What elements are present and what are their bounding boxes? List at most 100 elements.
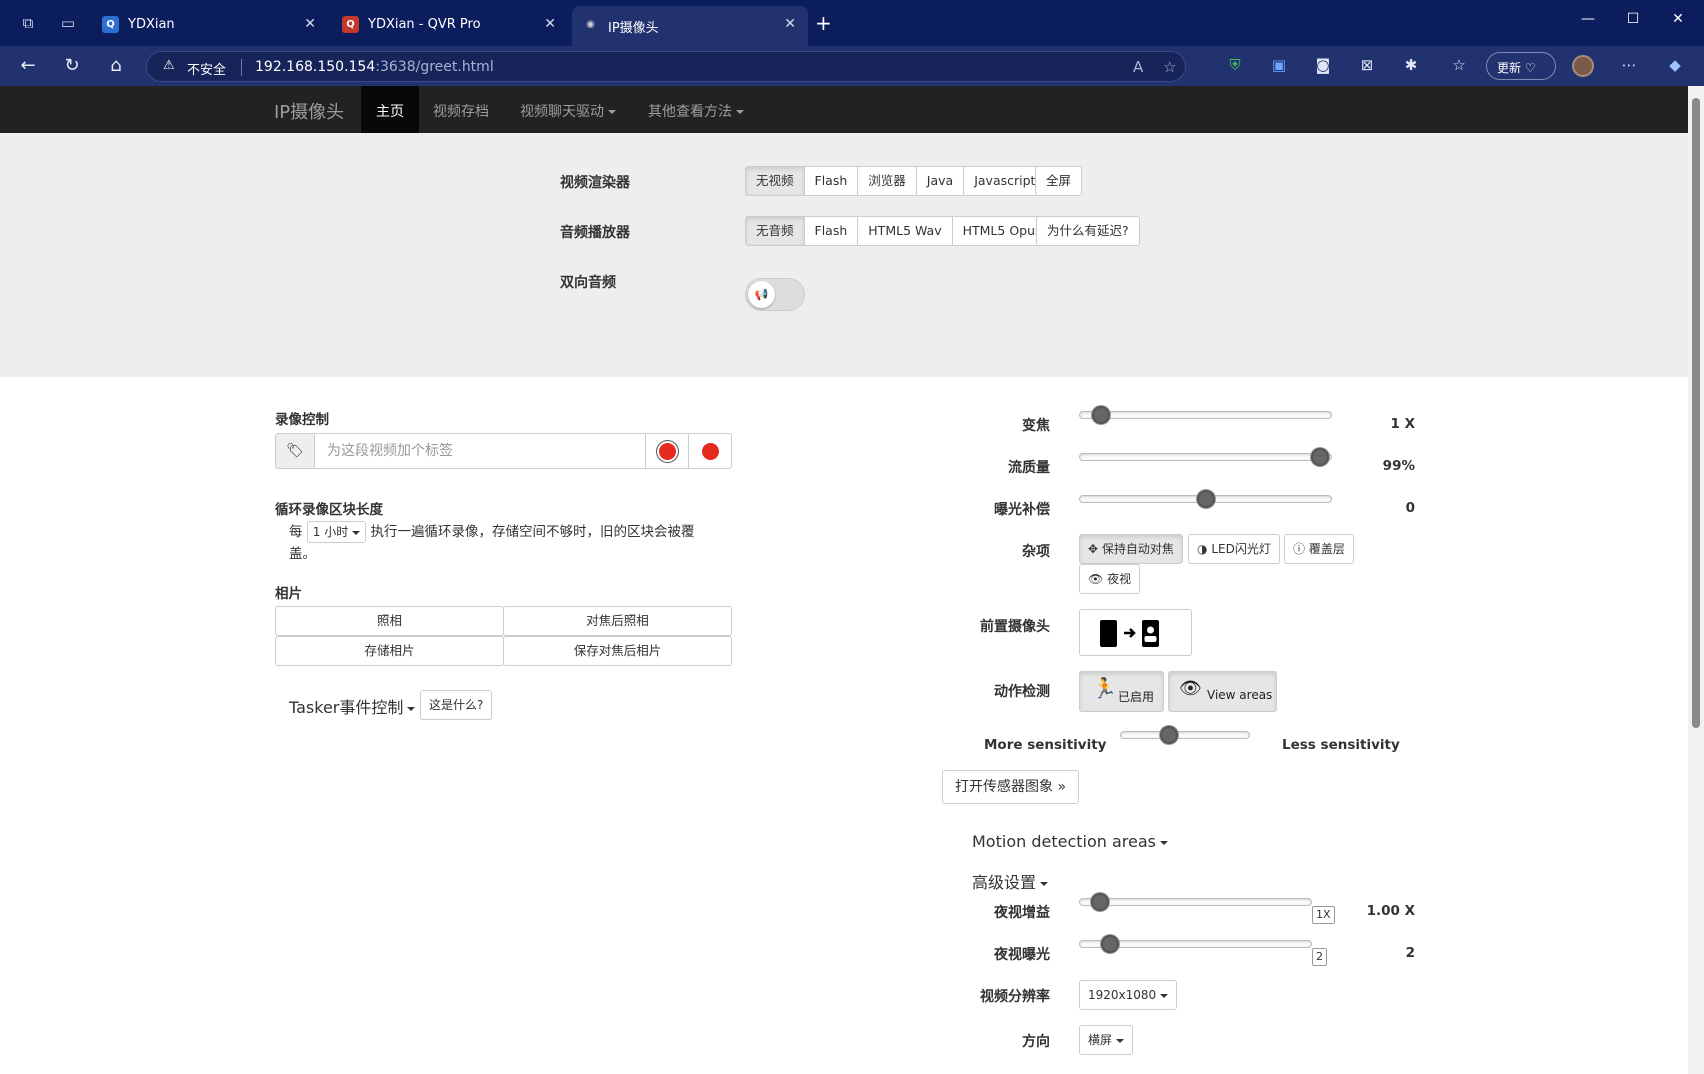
tab-favicon-icon: Q xyxy=(342,16,359,33)
sensitivity-slider[interactable] xyxy=(1120,726,1250,744)
why-delay-button[interactable]: 为什么有延迟? xyxy=(1036,216,1140,246)
extensions-puzzle-icon[interactable]: ✱ xyxy=(1400,56,1422,76)
favorite-star-icon[interactable]: ☆ xyxy=(1163,58,1176,76)
resolution-select[interactable]: 1920x1080 xyxy=(1079,980,1178,1010)
open-sensor-graph-button[interactable]: 打开传感器图象 » xyxy=(942,770,1080,804)
nav-video-chat-driver[interactable]: 视频聊天驱动 xyxy=(520,86,616,133)
reload-icon[interactable]: ↻ xyxy=(60,55,84,76)
page-scrollbar[interactable] xyxy=(1688,86,1704,1074)
slider-handle[interactable] xyxy=(1101,935,1120,953)
audio-flash-button[interactable]: Flash xyxy=(803,216,859,246)
translate-extension-icon[interactable]: ▣ xyxy=(1268,56,1290,76)
nav-other-viewing[interactable]: 其他查看方法 xyxy=(648,86,744,133)
new-tab-icon[interactable]: + xyxy=(815,11,832,35)
close-tab-icon[interactable]: ✕ xyxy=(784,16,796,32)
exposure-slider[interactable] xyxy=(1079,490,1332,508)
browser-tab-1[interactable]: Q YDXian ✕ xyxy=(92,6,328,46)
night-exposure-value: 2 xyxy=(1405,945,1415,961)
home-icon[interactable]: ⌂ xyxy=(104,55,128,76)
fullscreen-button[interactable]: 全屏 xyxy=(1035,166,1083,196)
slider-handle[interactable] xyxy=(1159,726,1178,744)
motion-areas-dropdown[interactable]: Motion detection areas xyxy=(972,832,1168,851)
recording-tag-input[interactable] xyxy=(315,433,646,469)
close-tab-icon[interactable]: ✕ xyxy=(304,16,316,32)
address-bar[interactable]: ⚠ 不安全 192.168.150.154:3638/greet.html A … xyxy=(146,51,1186,82)
take-photo-button[interactable]: 照相 xyxy=(275,606,504,636)
front-camera-label: 前置摄像头 xyxy=(980,619,1050,635)
extension-icon[interactable]: ◙ xyxy=(1312,56,1334,76)
advanced-settings-dropdown[interactable]: 高级设置 xyxy=(972,869,1049,893)
video-renderer-label: 视频渲染器 xyxy=(560,175,630,191)
stream-quality-label: 流质量 xyxy=(1008,460,1050,476)
record-start-button[interactable] xyxy=(688,433,732,469)
slider-handle[interactable] xyxy=(1091,406,1110,424)
night-exposure-slider[interactable] xyxy=(1079,935,1312,953)
audio-player-group: 无音频 Flash HTML5 Wav HTML5 Opus xyxy=(745,216,1053,246)
video-none-button[interactable]: 无视频 xyxy=(745,166,805,196)
shield-extension-icon[interactable]: ⛨ xyxy=(1224,56,1246,76)
update-button[interactable]: 更新 ♡ xyxy=(1486,52,1556,80)
nav-home[interactable]: 主页 xyxy=(361,86,419,133)
switch-camera-button[interactable] xyxy=(1079,609,1192,656)
browser-tab-3-active[interactable]: ◉ IP摄像头 ✕ xyxy=(572,6,808,46)
more-sensitivity-label: More sensitivity xyxy=(984,737,1107,753)
night-exposure-tooltip: 2 xyxy=(1312,948,1327,966)
tab-title: YDXian - QVR Pro xyxy=(368,17,481,32)
led-flash-button[interactable]: ◑ LED闪光灯 xyxy=(1188,534,1280,564)
view-areas-button[interactable]: 👁 View areas xyxy=(1168,671,1277,712)
audio-html5-wav-button[interactable]: HTML5 Wav xyxy=(857,216,953,246)
video-flash-button[interactable]: Flash xyxy=(803,166,859,196)
switch-camera-icon xyxy=(1100,620,1159,647)
url-text[interactable]: 192.168.150.154:3638/greet.html xyxy=(255,59,494,75)
loop-recording-title: 循环录像区块长度 xyxy=(275,502,383,518)
favorites-icon[interactable]: ☆ xyxy=(1448,56,1470,76)
stream-quality-slider[interactable] xyxy=(1079,448,1332,466)
more-menu-icon[interactable]: ⋯ xyxy=(1618,56,1640,76)
loop-recording-text: 每 1 小时 执行一遍循环录像，存储空间不够时，旧的区块会被覆 盖。 xyxy=(289,521,719,565)
record-toggle-button[interactable] xyxy=(645,433,689,469)
profile-avatar[interactable] xyxy=(1572,55,1594,77)
overlay-button[interactable]: ⓘ 覆盖层 xyxy=(1284,534,1354,564)
loop-length-select[interactable]: 1 小时 xyxy=(306,521,367,543)
tag-icon: 🏷 xyxy=(275,433,315,469)
night-vision-button[interactable]: 👁 夜视 xyxy=(1079,564,1141,594)
security-status[interactable]: 不安全 xyxy=(187,59,226,78)
close-tab-icon[interactable]: ✕ xyxy=(544,16,556,32)
keep-autofocus-button[interactable]: ✥ 保持自动对焦 xyxy=(1079,534,1183,564)
browser-tab-2[interactable]: Q YDXian - QVR Pro ✕ xyxy=(332,6,568,46)
divider xyxy=(241,59,242,76)
focus-photo-button[interactable]: 对焦后照相 xyxy=(503,606,732,636)
slider-handle[interactable] xyxy=(1090,893,1109,911)
brand-title[interactable]: IP摄像头 xyxy=(274,98,344,124)
back-icon[interactable]: ← xyxy=(16,55,40,76)
minimize-icon[interactable]: — xyxy=(1573,11,1603,27)
video-browser-button[interactable]: 浏览器 xyxy=(857,166,917,196)
scrollbar-thumb[interactable] xyxy=(1692,98,1700,728)
workspaces-icon[interactable]: ⧉ xyxy=(18,13,38,33)
orientation-select[interactable]: 横屏 xyxy=(1079,1025,1134,1055)
save-photo-button[interactable]: 存储相片 xyxy=(275,636,504,666)
save-focus-photo-button[interactable]: 保存对焦后相片 xyxy=(503,636,732,666)
video-java-button[interactable]: Java xyxy=(915,166,965,196)
extension-icon[interactable]: ⊠ xyxy=(1356,56,1378,76)
exposure-label: 曝光补偿 xyxy=(994,502,1050,518)
video-javascript-button[interactable]: Javascript xyxy=(963,166,1047,196)
copilot-icon[interactable]: ◆ xyxy=(1664,56,1686,76)
two-way-audio-toggle[interactable]: 📢 xyxy=(745,278,805,311)
motion-enabled-button[interactable]: 🏃 已启用 xyxy=(1079,671,1164,712)
maximize-icon[interactable]: ☐ xyxy=(1618,11,1648,27)
whats-this-button[interactable]: 这是什么? xyxy=(420,690,493,720)
vertical-tabs-icon[interactable]: ▭ xyxy=(58,13,78,33)
photo-title: 相片 xyxy=(275,586,302,602)
night-gain-slider[interactable] xyxy=(1079,893,1312,911)
audio-none-button[interactable]: 无音频 xyxy=(745,216,805,246)
close-window-icon[interactable]: ✕ xyxy=(1663,11,1693,27)
tab-favicon-icon: Q xyxy=(102,16,119,33)
slider-handle[interactable] xyxy=(1196,490,1215,508)
read-aloud-icon[interactable]: A xyxy=(1133,58,1143,76)
slider-handle[interactable] xyxy=(1310,448,1329,466)
nav-video-archive[interactable]: 视频存档 xyxy=(433,86,489,133)
night-exposure-label: 夜视曝光 xyxy=(994,947,1050,963)
tasker-dropdown[interactable]: Tasker事件控制 xyxy=(289,694,416,718)
zoom-slider[interactable] xyxy=(1079,406,1332,424)
